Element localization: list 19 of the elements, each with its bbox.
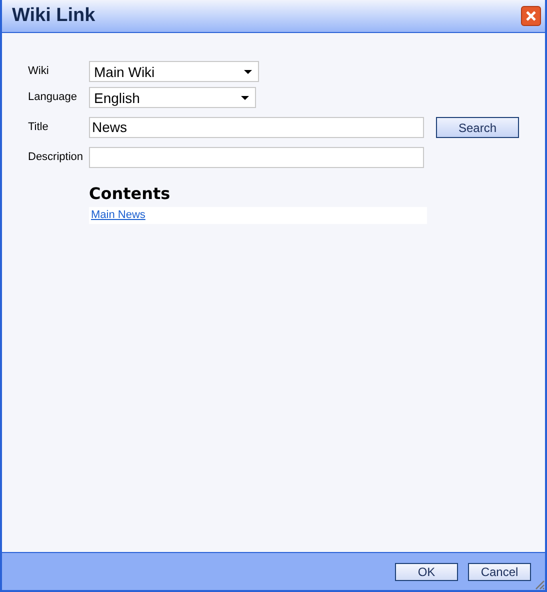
- search-button[interactable]: Search: [436, 117, 519, 138]
- dialog-button[interactable]: OK: [395, 562, 458, 580]
- dropdown[interactable]: Main Wiki: [89, 61, 259, 82]
- text-field[interactable]: News: [89, 117, 424, 138]
- caret-icon: [244, 70, 252, 74]
- field-label: Title: [28, 120, 50, 136]
- dialog-button[interactable]: Cancel: [468, 562, 531, 580]
- close-icon: [525, 10, 537, 22]
- field-label: Description: [28, 150, 84, 166]
- resize-grip-icon: [533, 578, 545, 590]
- wiki-link[interactable]: Main News: [91, 207, 146, 224]
- close-button[interactable]: [521, 6, 541, 26]
- caret-icon: [241, 96, 249, 100]
- field-label: Wiki: [28, 64, 50, 80]
- dropdown[interactable]: English: [89, 87, 256, 108]
- contents-heading: Contents: [89, 184, 172, 204]
- window-title: Wiki Link: [12, 4, 96, 28]
- text-field[interactable]: [89, 147, 424, 168]
- field-label: Language: [28, 90, 78, 106]
